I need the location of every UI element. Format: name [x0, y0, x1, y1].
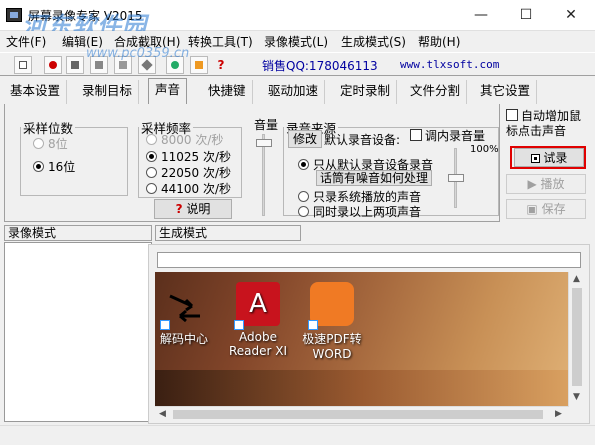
menu-convert[interactable]: 转换工具(T)	[188, 33, 253, 50]
rate-8000-radio[interactable]: 8000 次/秒	[146, 131, 223, 148]
rate-11025-radio[interactable]: 11025 次/秒	[146, 148, 231, 165]
help-icon[interactable]: ?	[212, 56, 230, 74]
tab-driver[interactable]: 驱动加速	[262, 80, 326, 104]
maximize-button[interactable]: ☐	[503, 0, 549, 30]
menu-generate-mode[interactable]: 生成模式(S)	[341, 33, 406, 50]
shortcut-arrow-icon	[308, 320, 318, 330]
scroll-right-icon[interactable]: ▶	[555, 409, 562, 419]
test-record-button[interactable]: 试录	[514, 148, 584, 167]
play-icon: ▶	[527, 177, 537, 191]
tools-icon[interactable]	[138, 56, 156, 74]
record-level-thumb[interactable]	[448, 174, 464, 182]
save-button[interactable]: ▣ 保存	[506, 199, 586, 219]
sales-qq: 销售QQ:178046113	[262, 59, 378, 73]
menu-edit[interactable]: 编辑(E)	[62, 33, 103, 50]
internal-volume-check[interactable]: 调内录音量	[410, 127, 485, 144]
bits-8-radio[interactable]: 8位	[33, 135, 68, 152]
auto-click-check[interactable]: 自动增加鼠标点击声音	[506, 109, 592, 139]
scroll-down-icon[interactable]: ▼	[573, 392, 580, 402]
app-icon	[6, 8, 22, 22]
menu-file[interactable]: 文件(F)	[6, 33, 46, 50]
question-icon: ?	[175, 202, 183, 216]
horizontal-scrollbar[interactable]: ◀ ▶	[155, 406, 568, 422]
bits-16-radio[interactable]: 16位	[33, 158, 75, 175]
play-button[interactable]: ▶ 播放	[506, 174, 586, 194]
website-link[interactable]: www.tlxsoft.com	[400, 58, 499, 71]
volume-label: 音量	[254, 118, 279, 132]
play-icon[interactable]	[114, 56, 132, 74]
globe-icon[interactable]	[166, 56, 184, 74]
menu-record-mode[interactable]: 录像模式(L)	[264, 33, 328, 50]
new-icon[interactable]	[14, 56, 32, 74]
save-icon: ▣	[526, 202, 538, 216]
tab-target[interactable]: 录制目标	[76, 80, 140, 104]
percent-label: 100%	[470, 144, 499, 155]
close-button[interactable]: ✕	[548, 0, 594, 30]
tab-hotkeys[interactable]: 快捷键	[202, 80, 253, 104]
pause-icon[interactable]	[90, 56, 108, 74]
menu-bar: 文件(F) 编辑(E) 合成截取(H) 转换工具(T) 录像模式(L) 生成模式…	[0, 31, 595, 51]
decoder-center-shortcut[interactable]: 解码中心	[155, 282, 219, 347]
tab-schedule[interactable]: 定时录制	[334, 80, 398, 104]
scroll-up-icon[interactable]: ▲	[573, 274, 580, 284]
volume-slider-thumb[interactable]	[256, 139, 272, 147]
vertical-scroll-thumb[interactable]	[572, 288, 582, 386]
minimize-button[interactable]: —	[458, 0, 504, 30]
horizontal-scroll-thumb[interactable]	[173, 410, 543, 419]
window-title: 屏幕录像专家 V2015	[28, 9, 143, 23]
record-square-icon	[530, 154, 540, 163]
menu-compose[interactable]: 合成截取(H)	[114, 33, 180, 50]
device-label: 默认录音设备:	[324, 133, 401, 147]
record-list-pane[interactable]	[4, 242, 152, 422]
sample-bits-group: 采样位数	[20, 118, 128, 196]
timeline-ruler[interactable]	[157, 252, 581, 268]
rate-44100-radio[interactable]: 44100 次/秒	[146, 180, 231, 197]
preview-desktop: 解码中心 A Adobe Reader XI 极速PDF转WORD	[155, 272, 568, 407]
stop-icon[interactable]	[66, 56, 84, 74]
menu-help[interactable]: 帮助(H)	[418, 33, 460, 50]
vertical-scrollbar[interactable]: ▲ ▼	[568, 272, 585, 407]
shortcut-arrow-icon	[160, 320, 170, 330]
modify-button[interactable]: 修改	[288, 130, 322, 148]
both-sources-radio[interactable]: 同时录以上两项声音	[298, 203, 421, 220]
desktop-bottom-row	[155, 370, 568, 407]
generate-mode-section[interactable]: 生成模式	[155, 225, 301, 241]
record-icon[interactable]	[44, 56, 62, 74]
tab-other[interactable]: 其它设置	[474, 80, 538, 104]
shortcut-arrow-icon	[234, 320, 244, 330]
rate-help-button[interactable]: ? 说明	[154, 199, 232, 219]
tab-split[interactable]: 文件分割	[404, 80, 468, 104]
tab-basic[interactable]: 基本设置	[4, 80, 68, 104]
tab-sound[interactable]: 声音	[148, 78, 188, 104]
scroll-left-icon[interactable]: ◀	[159, 409, 166, 419]
record-mode-section[interactable]: 录像模式	[4, 225, 152, 241]
title-bar: 屏幕录像专家 V2015 河东软件园 — ☐ ✕	[0, 0, 595, 40]
noise-help-button[interactable]: 话筒有噪音如何处理	[316, 170, 432, 186]
status-bar	[0, 425, 595, 445]
star-icon[interactable]	[190, 56, 208, 74]
rate-22050-radio[interactable]: 22050 次/秒	[146, 164, 231, 181]
settings-tabs: 基本设置 录制目标 声音 快捷键 驱动加速 定时录制 文件分割 其它设置	[4, 78, 592, 104]
